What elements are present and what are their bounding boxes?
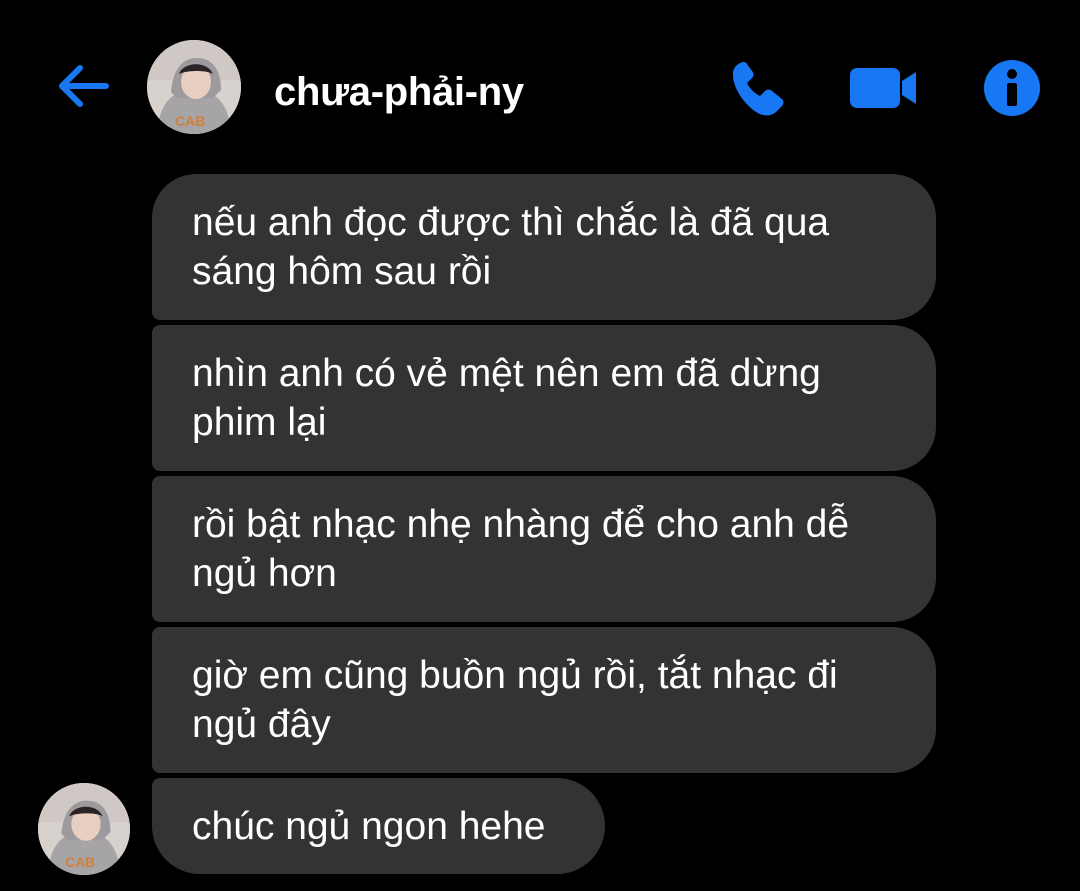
- message-text-line: phim lại: [192, 401, 327, 444]
- message-text-line: chúc ngủ ngon hehe: [192, 804, 546, 848]
- message-bubble[interactable]: nếu anh đọc được thì chắc là đã qua sáng…: [152, 174, 936, 320]
- message-bubble[interactable]: rồi bật nhạc nhẹ nhàng để cho anh dễ ngủ…: [152, 476, 936, 622]
- message-bubble[interactable]: chúc ngủ ngon hehe: [152, 778, 605, 874]
- sender-avatar[interactable]: CAB: [38, 783, 130, 875]
- message-text-line: ngủ đây: [192, 703, 331, 746]
- message-text-line: ngủ hơn: [192, 552, 337, 595]
- message-text-line: nếu anh đọc được thì chắc là đã qua: [192, 201, 830, 244]
- message-text-line: nhìn anh có vẻ mệt nên em đã dừng: [192, 352, 821, 395]
- message-bubble[interactable]: nhìn anh có vẻ mệt nên em đã dừng phim l…: [152, 325, 936, 471]
- svg-text:CAB: CAB: [65, 855, 95, 870]
- message-text-line: sáng hôm sau rồi: [192, 250, 492, 293]
- message-bubble[interactable]: giờ em cũng buồn ngủ rồi, tắt nhạc đi ng…: [152, 627, 936, 773]
- message-text-line: giờ em cũng buồn ngủ rồi, tắt nhạc đi: [192, 654, 838, 697]
- message-thread: nếu anh đọc được thì chắc là đã qua sáng…: [0, 0, 1080, 891]
- message-text-line: rồi bật nhạc nhẹ nhàng để cho anh dễ: [192, 503, 850, 546]
